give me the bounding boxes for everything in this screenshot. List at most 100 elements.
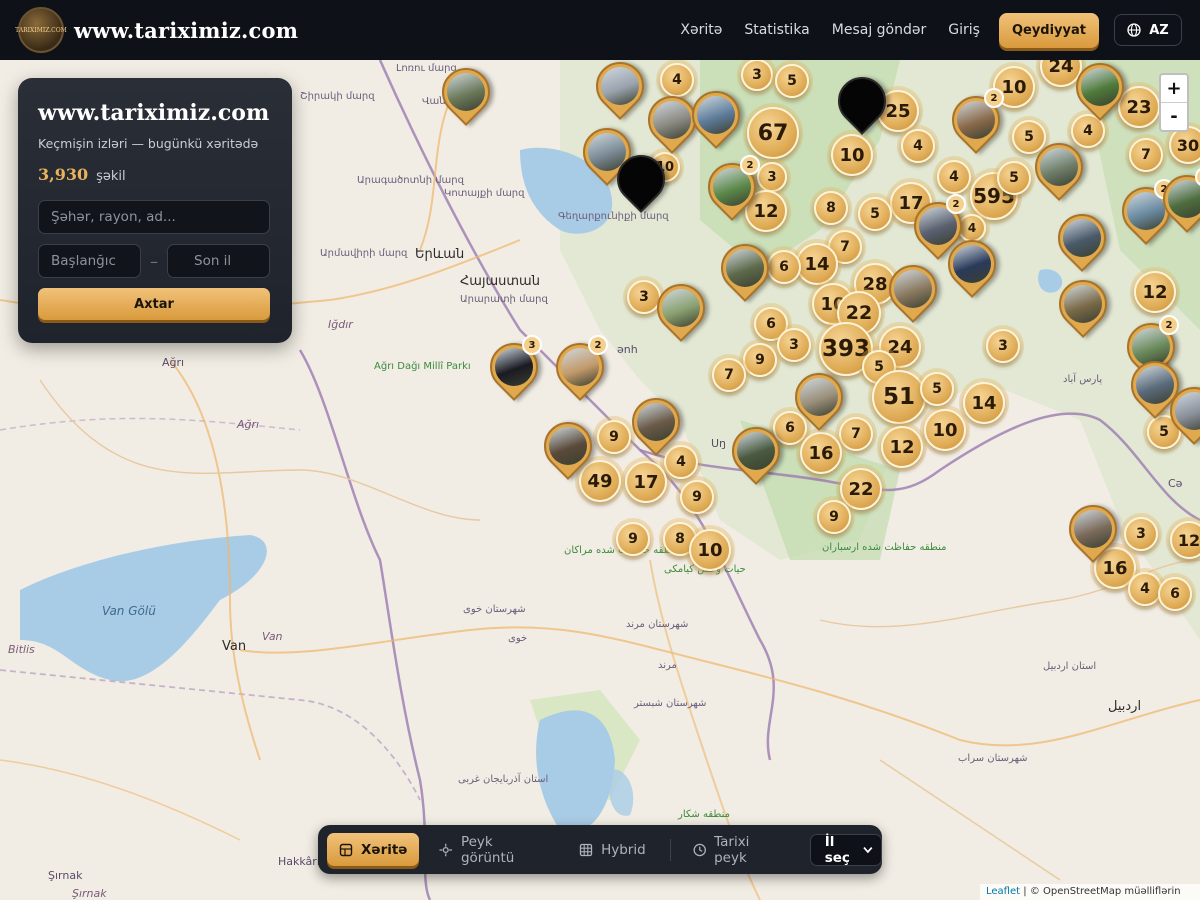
photo-cluster-marker[interactable]: 9 <box>680 480 714 514</box>
mode-map-button[interactable]: Xəritə <box>327 833 420 866</box>
register-button[interactable]: Qeydiyyat <box>998 12 1099 48</box>
photo-cluster-marker[interactable]: 4 <box>937 160 971 194</box>
photo-pin-marker[interactable] <box>1160 377 1200 445</box>
map-place-label: Արարատի մարզ <box>460 294 548 305</box>
photo-pin-marker[interactable] <box>647 274 715 342</box>
photo-cluster-marker[interactable]: 22 <box>840 468 882 510</box>
map-place-label: منطقه حفاظت شده ارسباران <box>822 542 947 553</box>
photo-pin-marker[interactable] <box>607 145 675 213</box>
photo-cluster-marker[interactable]: 17 <box>625 461 667 503</box>
photo-pin-marker[interactable] <box>682 81 750 149</box>
photo-pin-marker[interactable] <box>828 67 896 135</box>
map-place-label: مرند <box>658 660 677 671</box>
photo-pin-marker[interactable] <box>711 234 779 302</box>
photo-cluster-marker[interactable]: 5 <box>997 161 1031 195</box>
photo-cluster-marker[interactable]: 9 <box>597 420 631 454</box>
photo-pin-marker[interactable] <box>785 363 853 431</box>
photo-cluster-marker[interactable]: 9 <box>817 500 851 534</box>
photo-cluster-marker[interactable]: 51 <box>872 370 926 424</box>
nav-link-map[interactable]: Xəritə <box>680 22 722 38</box>
pin-photo-thumbnail <box>726 249 764 287</box>
photo-pin-marker[interactable]: 3 <box>480 333 548 401</box>
nav-link-login[interactable]: Giriş <box>948 22 980 38</box>
photo-cluster-marker[interactable]: 67 <box>747 107 799 159</box>
mode-hybrid-button[interactable]: Hybrid <box>567 833 658 866</box>
photo-cluster-marker[interactable]: 12 <box>1134 271 1176 313</box>
photo-pin-marker[interactable] <box>722 417 790 485</box>
photo-cluster-marker[interactable]: 10 <box>924 409 966 451</box>
photo-cluster-marker[interactable]: 3 <box>1124 517 1158 551</box>
photo-cluster-marker[interactable]: 6 <box>767 250 801 284</box>
search-button[interactable]: Axtar <box>38 288 270 320</box>
photo-pin-marker[interactable] <box>938 230 1006 298</box>
photo-pin-marker[interactable] <box>1059 495 1127 563</box>
photo-pin-marker[interactable] <box>432 58 500 126</box>
photo-cluster-marker[interactable]: 6 <box>1158 577 1192 611</box>
photo-cluster-marker[interactable]: 7 <box>1129 138 1163 172</box>
year-select[interactable]: İl seç <box>809 833 883 866</box>
photo-pin-marker[interactable] <box>879 255 947 323</box>
leaflet-link[interactable]: Leaflet <box>986 886 1020 897</box>
photo-pin-marker[interactable]: 2 <box>942 86 1010 154</box>
map-place-label: Şırnak <box>72 887 107 900</box>
photo-cluster-marker[interactable]: 3 <box>757 162 787 192</box>
mode-historical-satellite-label: Tarixi peyk <box>714 833 750 866</box>
photo-pin-marker[interactable] <box>1049 270 1117 338</box>
map-place-label: Cə <box>1168 477 1183 490</box>
photo-cluster-marker[interactable]: 4 <box>1128 572 1162 606</box>
photo-pin-marker[interactable]: 2 <box>1153 165 1200 233</box>
photo-pin-marker[interactable] <box>586 52 654 120</box>
photo-cluster-marker[interactable]: 16 <box>800 432 842 474</box>
photo-cluster-marker[interactable]: 10 <box>831 134 873 176</box>
start-year-input[interactable]: Başlanğıc <box>38 244 141 278</box>
photo-pin-marker[interactable] <box>622 388 690 456</box>
photo-cluster-marker[interactable]: 5 <box>920 372 954 406</box>
pin-photo-thumbnail <box>1081 68 1119 106</box>
mode-satellite-button[interactable]: Peyk görüntü <box>427 833 559 866</box>
photo-count: 3,930 şəkil <box>38 165 272 184</box>
photo-pin-marker[interactable] <box>1048 204 1116 272</box>
photo-cluster-marker[interactable]: 5 <box>775 64 809 98</box>
photo-cluster-marker[interactable]: 12 <box>1170 521 1200 559</box>
nav-link-send-message[interactable]: Mesaj göndər <box>832 22 927 38</box>
photo-cluster-marker[interactable]: 23 <box>1118 86 1160 128</box>
photo-pin-marker[interactable] <box>1025 133 1093 201</box>
language-switcher[interactable]: AZ <box>1114 14 1182 46</box>
photo-pin-marker[interactable] <box>1066 53 1134 121</box>
photo-pin-marker[interactable]: 2 <box>698 153 766 221</box>
photo-cluster-marker[interactable]: 7 <box>839 417 873 451</box>
mode-historical-satellite-button[interactable]: Tarixi peyk <box>681 833 796 866</box>
search-input[interactable]: Şəhər, rayon, ad... <box>38 200 270 234</box>
photo-cluster-marker[interactable]: 9 <box>743 343 777 377</box>
photo-cluster-marker[interactable]: 5 <box>858 197 892 231</box>
zoom-out-button[interactable]: - <box>1161 102 1187 129</box>
photo-cluster-marker[interactable]: 14 <box>796 243 838 285</box>
search-panel: www.tariximiz.com Keçmişin izləri — bugü… <box>18 78 292 343</box>
photo-cluster-marker[interactable]: 9 <box>616 522 650 556</box>
photo-pin-marker[interactable]: 2 <box>546 333 614 401</box>
end-year-input[interactable]: Son il <box>167 244 270 278</box>
photo-cluster-marker[interactable]: 12 <box>881 426 923 468</box>
photo-cluster-marker[interactable]: 4 <box>901 129 935 163</box>
photo-cluster-marker[interactable]: 7 <box>712 358 746 392</box>
mode-hybrid-label: Hybrid <box>601 841 646 858</box>
pin-count-badge: 2 <box>588 335 608 355</box>
photo-cluster-marker[interactable]: 3 <box>777 328 811 362</box>
nav-link-statistics[interactable]: Statistika <box>744 22 809 38</box>
photo-cluster-marker[interactable]: 3 <box>741 59 773 91</box>
photo-cluster-marker[interactable]: 8 <box>814 191 848 225</box>
photo-pin-marker[interactable] <box>638 86 706 154</box>
photo-cluster-marker[interactable]: 14 <box>963 382 1005 424</box>
pin-photo-thumbnail <box>637 403 675 441</box>
map-place-label: استان اردبیل <box>1043 661 1097 672</box>
pin-photo-thumbnail <box>1040 148 1078 186</box>
osm-attribution[interactable]: © OpenStreetMap müəlliflərin <box>1030 886 1181 897</box>
photo-pin-marker[interactable] <box>534 412 602 480</box>
photo-cluster-marker[interactable]: 4 <box>660 63 694 97</box>
zoom-in-button[interactable]: + <box>1161 75 1187 102</box>
brand[interactable]: TARIXIMIZ.COM www.tariximiz.com <box>15 7 298 53</box>
brand-title[interactable]: www.tariximiz.com <box>74 18 298 43</box>
photo-cluster-marker[interactable]: 3 <box>986 329 1020 363</box>
photo-cluster-marker[interactable]: 10 <box>689 529 731 571</box>
pin-photo-thumbnail <box>1074 510 1112 548</box>
